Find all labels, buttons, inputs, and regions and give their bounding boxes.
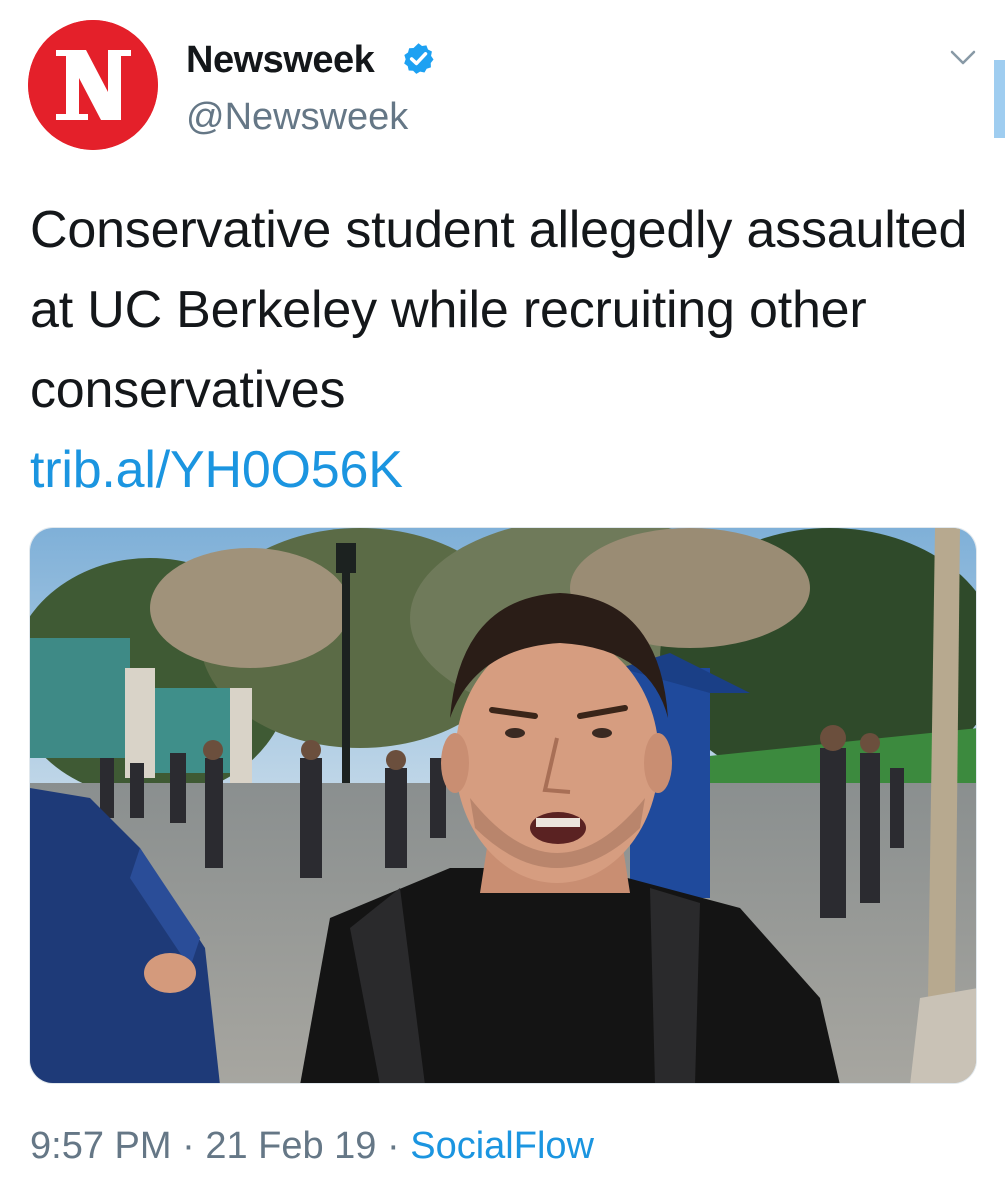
meta-separator: ·	[182, 1125, 195, 1167]
avatar[interactable]	[28, 20, 158, 150]
tweet-meta: 9:57 PM · 21 Feb 19 · SocialFlow	[30, 1122, 594, 1170]
tweet-time[interactable]: 9:57 PM	[30, 1125, 172, 1167]
handle[interactable]: @Newsweek	[186, 95, 408, 139]
tweet-body: Conservative student allegedly assaulted…	[30, 201, 968, 419]
photo-of-man-on-campus-icon	[30, 528, 976, 1083]
display-name[interactable]: Newsweek	[186, 38, 375, 82]
tweet-media-image[interactable]	[29, 527, 977, 1084]
verified-badge-icon	[404, 43, 434, 74]
chevron-down-icon[interactable]	[946, 42, 980, 72]
tweet-source-link[interactable]: SocialFlow	[410, 1125, 594, 1167]
tweet-date[interactable]: 21 Feb 19	[205, 1125, 376, 1167]
meta-separator: ·	[387, 1125, 400, 1167]
tweet-text: Conservative student allegedly assaulted…	[30, 190, 980, 510]
scroll-indicator	[994, 60, 1005, 138]
newsweek-logo-icon	[28, 20, 158, 150]
tweet-link[interactable]: trib.al/YH0O56K	[30, 430, 980, 510]
